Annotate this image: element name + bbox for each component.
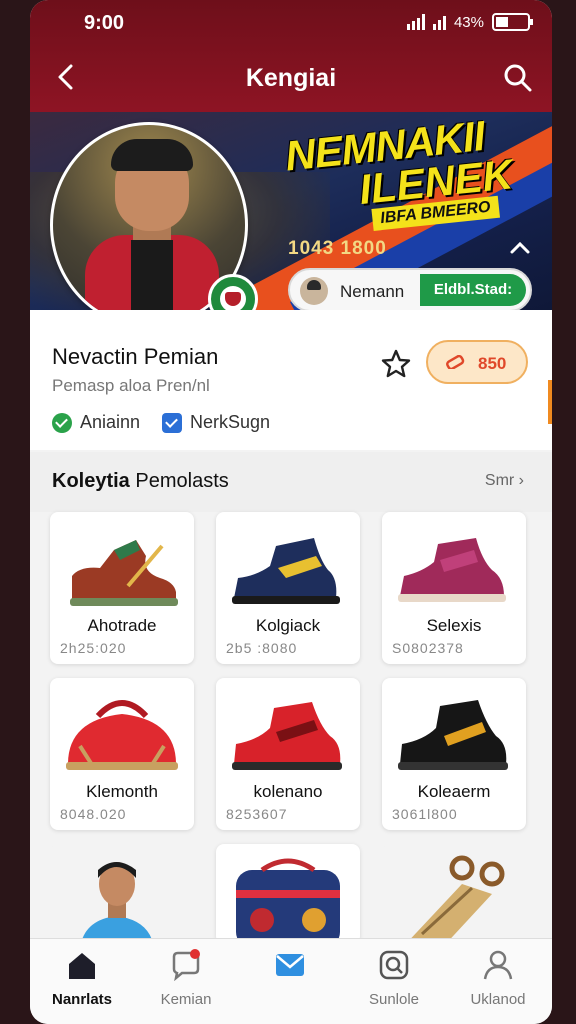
collection-card[interactable]: kolenano 8253607 <box>216 678 360 830</box>
avatar <box>300 277 328 305</box>
banner-headline: NEMNAKII ILENEK IBFA BMEERO <box>283 112 552 239</box>
collection-section-header: Koleytia Pemolasts Smr › <box>30 452 552 512</box>
card-code: 8253607 <box>226 806 288 822</box>
nav-bar: Kengiai <box>30 54 552 104</box>
page-title: Kengiai <box>245 64 337 92</box>
sneaker-image <box>398 700 508 770</box>
phone-screen: 9:00 43% Kengiai NEMNAKII ILENEK IBFA BM… <box>30 0 552 1024</box>
status-chip-label: Aniainn <box>80 412 141 432</box>
status-time: 9:00 <box>84 12 125 34</box>
section-title: Koleytia Pemolasts <box>52 470 229 492</box>
tab-mail[interactable] <box>238 949 342 1019</box>
battery-icon <box>492 13 533 31</box>
card-code: 2h25:020 <box>60 640 127 656</box>
patterned-bag-image <box>236 858 340 944</box>
bottom-tab-bar: Nanrlats Kemian Sunlole Uklanod <box>30 938 552 1024</box>
card-code: 8048.020 <box>60 806 127 822</box>
bag-image <box>66 700 178 770</box>
sneaker-image <box>232 538 340 604</box>
sneaker-image <box>232 702 342 770</box>
card-code: S0802378 <box>392 640 464 656</box>
tab-label: Nanrlats <box>51 991 113 1008</box>
status-icons: 43% <box>406 13 533 31</box>
card-name: kolenano <box>253 782 323 801</box>
boot-image <box>70 540 178 606</box>
check-circle-icon <box>52 412 72 433</box>
mail-icon <box>276 954 304 976</box>
status-bar: 9:00 43% <box>30 0 552 48</box>
card-name: Ahotrade <box>87 616 157 635</box>
banner-number: 1043 1800 <box>288 238 387 259</box>
profile-card: Nevactin Pemian Pemasp aloa Pren/nl 850 … <box>30 310 552 450</box>
player-photo-image <box>80 862 154 944</box>
collection-card[interactable] <box>50 844 194 944</box>
price-amount: 850 <box>478 354 507 373</box>
tab-label: Kemian <box>160 991 212 1008</box>
home-icon <box>69 953 95 979</box>
collection-card[interactable]: Ahotrade 2h25:020 <box>50 512 194 664</box>
scan-icon <box>379 950 409 980</box>
verified-chip: NerkSugn <box>162 412 270 433</box>
profile-subtitle: Pemasp aloa Pren/nl <box>52 376 210 395</box>
pill-name: Nemann <box>340 282 405 301</box>
see-more-link[interactable]: Smr › <box>485 472 524 490</box>
card-name: Klemonth <box>86 782 158 801</box>
star-icon[interactable] <box>380 348 412 380</box>
scroll-indicator <box>548 380 552 424</box>
collection-card[interactable]: Koleaerm 3061l800 <box>382 678 526 830</box>
collection-card[interactable] <box>216 844 360 944</box>
card-code: 2b5 :8080 <box>226 640 298 656</box>
tab-scan[interactable]: Sunlole <box>342 949 446 1019</box>
battery-percent: 43% <box>453 13 484 31</box>
card-code: 3061l800 <box>392 806 458 822</box>
verified-icon <box>162 412 182 433</box>
collection-card[interactable]: Selexis S0802378 <box>382 512 526 664</box>
player-pill[interactable]: Nemann Eldbl.Stad: <box>288 268 532 310</box>
wifi-signal-icon <box>432 14 446 30</box>
price-button[interactable]: 850 <box>426 340 528 384</box>
chat-bubble-icon <box>172 949 200 981</box>
card-name: Selexis <box>426 616 482 635</box>
user-icon <box>483 950 513 980</box>
tab-label: Sunlole <box>368 991 420 1008</box>
pill-action-button[interactable]: Eldbl.Stad: <box>420 274 526 306</box>
tab-home[interactable]: Nanrlats <box>30 949 134 1019</box>
sneaker-image <box>398 538 506 602</box>
card-name: Koleaerm <box>417 782 491 801</box>
profile-name: Nevactin Pemian <box>52 344 219 369</box>
verified-chip-label: NerkSugn <box>190 412 271 432</box>
collection-card[interactable]: Klemonth 8048.020 <box>50 678 194 830</box>
tag-icon <box>446 355 465 369</box>
tab-profile[interactable]: Uklanod <box>446 949 550 1019</box>
top-bar: 9:00 43% Kengiai <box>30 0 552 112</box>
tab-label: Uklanod <box>470 991 526 1008</box>
card-name: Kolgiack <box>255 616 321 635</box>
collection-card[interactable] <box>382 844 526 944</box>
collection-card[interactable]: Kolgiack 2b5 :8080 <box>216 512 360 664</box>
search-icon[interactable] <box>502 62 534 94</box>
status-chip: Aniainn <box>52 412 140 433</box>
gold-tool-image <box>405 855 505 944</box>
chevron-up-icon[interactable] <box>508 238 532 258</box>
signal-icon <box>406 14 425 30</box>
tab-chat[interactable]: Kemian <box>134 949 238 1019</box>
